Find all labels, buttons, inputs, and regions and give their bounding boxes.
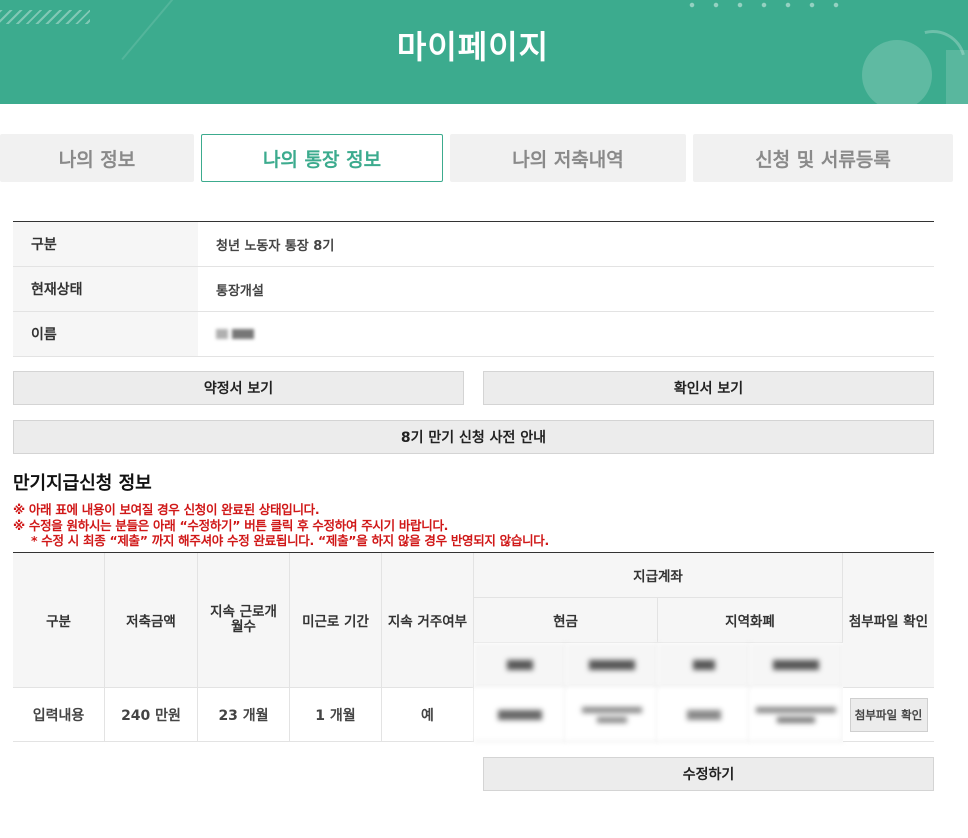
row-residence: 예: [382, 688, 474, 742]
header-redacted: [658, 643, 750, 688]
tab-application-documents[interactable]: 신청 및 서류등록: [693, 134, 953, 182]
maturity-section-title: 만기지급신청 정보: [13, 473, 152, 494]
info-value-redacted: [198, 312, 934, 356]
decorative-box: [946, 50, 968, 104]
info-row-category: 구분 청년 노동자 통장 8기: [13, 222, 934, 267]
info-label: 이름: [13, 312, 198, 356]
info-label: 현재상태: [13, 267, 198, 311]
header-category: 구분: [13, 553, 105, 688]
header-redacted: [566, 643, 658, 688]
view-confirmation-button[interactable]: 확인서 보기: [483, 371, 934, 405]
edit-button[interactable]: 수정하기: [483, 757, 934, 791]
header-non-work-period: 미근로 기간: [290, 553, 382, 688]
header-work-months: 지속 근로개월수: [198, 553, 290, 688]
header-payment-account: 지급계좌: [474, 553, 843, 598]
row-work-months: 23 개월: [198, 688, 290, 742]
info-label: 구분: [13, 222, 198, 266]
tab-my-savings[interactable]: 나의 저축내역: [450, 134, 686, 182]
view-agreement-button[interactable]: 약정서 보기: [13, 371, 464, 405]
info-row-status: 현재상태 통장개설: [13, 267, 934, 312]
view-attachment-button[interactable]: 첨부파일 확인: [849, 697, 928, 732]
row-redacted: [474, 688, 566, 742]
header-cash: 현금: [474, 598, 658, 643]
tab-my-info[interactable]: 나의 정보: [0, 134, 194, 182]
row-savings: 240 만원: [105, 688, 198, 742]
header-local-currency: 지역화폐: [658, 598, 843, 643]
header-attachment: 첨부파일 확인: [843, 553, 934, 688]
account-info-table: 구분 청년 노동자 통장 8기 현재상태 통장개설 이름: [13, 221, 934, 357]
header-redacted: [750, 643, 843, 688]
info-value: 통장개설: [216, 283, 264, 299]
page-title: 마이페이지: [396, 28, 550, 66]
tab-my-account-info[interactable]: 나의 통장 정보: [201, 134, 443, 182]
maturity-table: 구분 저축금액 지속 근로개월수 미근로 기간 지속 거주여부 지급계좌 현금 …: [13, 552, 934, 742]
header-savings: 저축금액: [105, 553, 198, 688]
redacted-text: [216, 329, 228, 339]
row-attachment-cell: 첨부파일 확인: [843, 688, 934, 742]
info-row-name: 이름: [13, 312, 934, 357]
redacted-text: [232, 329, 254, 339]
maturity-notice-button[interactable]: 8기 만기 신청 사전 안내: [13, 420, 934, 454]
row-redacted: [566, 688, 658, 742]
row-category: 입력내용: [13, 688, 105, 742]
info-value: 청년 노동자 통장 8기: [216, 238, 335, 254]
row-non-work: 1 개월: [290, 688, 382, 742]
header-residence: 지속 거주여부: [382, 553, 474, 688]
decorative-dots: [680, 2, 840, 8]
row-redacted: [750, 688, 843, 742]
row-redacted: [658, 688, 750, 742]
notice-line: * 수정 시 최종 “제출” 까지 해주셔야 수정 완료됩니다. “제출”을 하…: [31, 533, 549, 548]
header-redacted: [474, 643, 566, 688]
